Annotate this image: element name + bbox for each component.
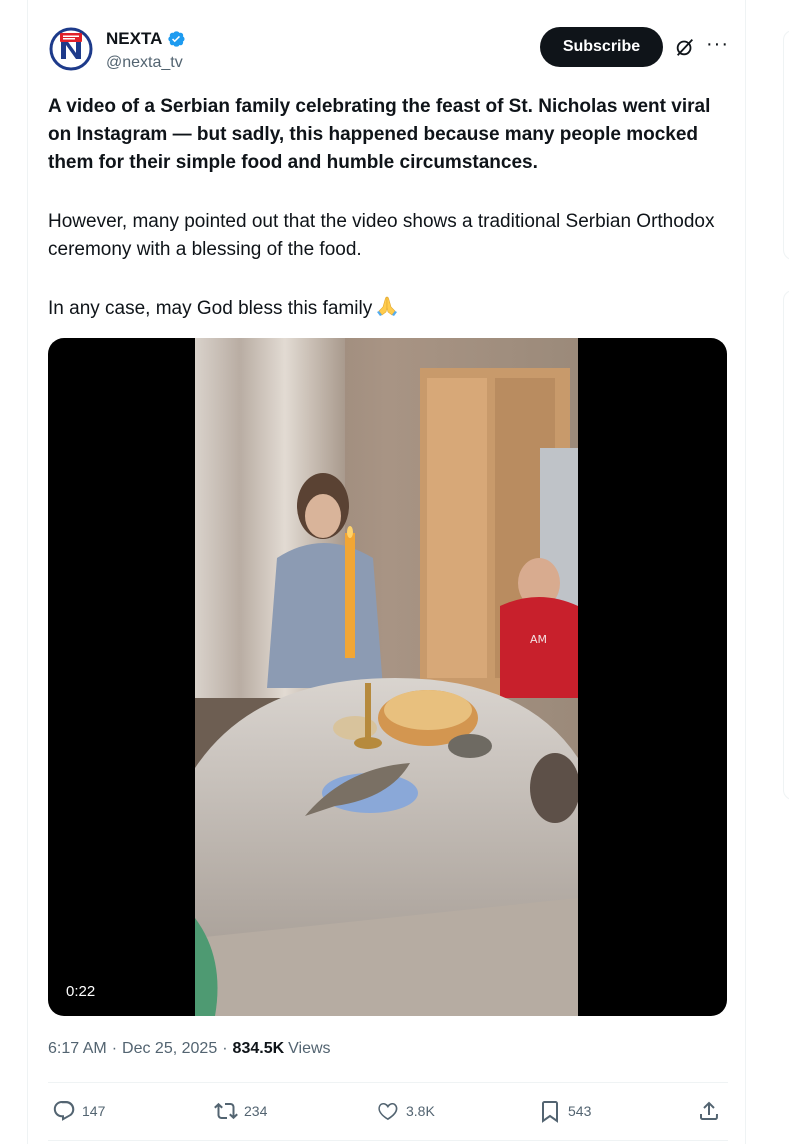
share-icon: [700, 1101, 718, 1120]
tweet-date[interactable]: Dec 25, 2025: [122, 1040, 217, 1058]
praying-hands-icon: [374, 294, 400, 327]
views-label: Views: [288, 1040, 331, 1057]
share-button[interactable]: [697, 1096, 721, 1126]
nexta-logo-icon: [49, 27, 93, 71]
video-thumbnail: AM: [195, 338, 578, 1016]
author-handle[interactable]: @nexta_tv: [106, 54, 183, 72]
subscribe-button[interactable]: Subscribe: [540, 27, 663, 67]
heart-icon: [378, 1102, 398, 1121]
tweet-header: NEXTA @nexta_tv Subscribe ···: [48, 24, 728, 74]
praying-hands-emoji: [377, 296, 398, 316]
avatar[interactable]: [48, 26, 94, 72]
bookmark-icon: [542, 1101, 558, 1123]
video-frame[interactable]: AM: [195, 338, 578, 1016]
author-name-row[interactable]: NEXTA: [106, 29, 186, 49]
video-player[interactable]: AM 0:22: [48, 338, 727, 1016]
like-count: 3.8K: [406, 1103, 435, 1119]
tweet: NEXTA @nexta_tv Subscribe ··· A video of…: [28, 0, 745, 1144]
meta-separator: ·: [111, 1040, 118, 1057]
tweet-text-paragraph: In any case, may God bless this family: [48, 294, 738, 327]
grok-icon[interactable]: [674, 36, 696, 58]
tweet-text-paragraph: However, many pointed out that the video…: [48, 211, 715, 260]
more-icon[interactable]: ···: [706, 34, 728, 56]
reply-button[interactable]: 147: [52, 1096, 105, 1126]
repost-icon: [214, 1102, 238, 1120]
meta-separator: ·: [222, 1040, 228, 1057]
video-duration: 0:22: [66, 983, 96, 1000]
bookmark-count: 543: [568, 1103, 592, 1119]
reply-count: 147: [82, 1103, 106, 1119]
like-button[interactable]: 3.8K: [376, 1096, 435, 1126]
author-name[interactable]: NEXTA: [106, 29, 162, 49]
repost-button[interactable]: 234: [214, 1096, 267, 1126]
tweet-text-line: In any case, may God bless this family: [48, 298, 373, 319]
divider: [48, 1140, 728, 1141]
reply-icon: [53, 1101, 75, 1121]
tweet-time[interactable]: 6:17 AM: [48, 1040, 107, 1058]
sidebar-card: [783, 30, 789, 260]
repost-count: 234: [244, 1103, 268, 1119]
svg-text:AM: AM: [530, 633, 547, 646]
tweet-actions: 147 234 3.8K 543: [48, 1096, 728, 1126]
tweet-text-paragraph: A video of a Serbian family celebrating …: [48, 96, 711, 173]
divider: [48, 1082, 728, 1083]
tweet-meta: 6:17 AM · Dec 25, 2025 · 834.5K Views: [48, 1040, 331, 1058]
verified-badge-icon: [168, 31, 185, 47]
views-count: 834.5K: [232, 1040, 285, 1057]
column-border-right: [745, 0, 746, 1144]
sidebar-card: [783, 290, 789, 800]
bookmark-button[interactable]: 543: [538, 1096, 591, 1126]
